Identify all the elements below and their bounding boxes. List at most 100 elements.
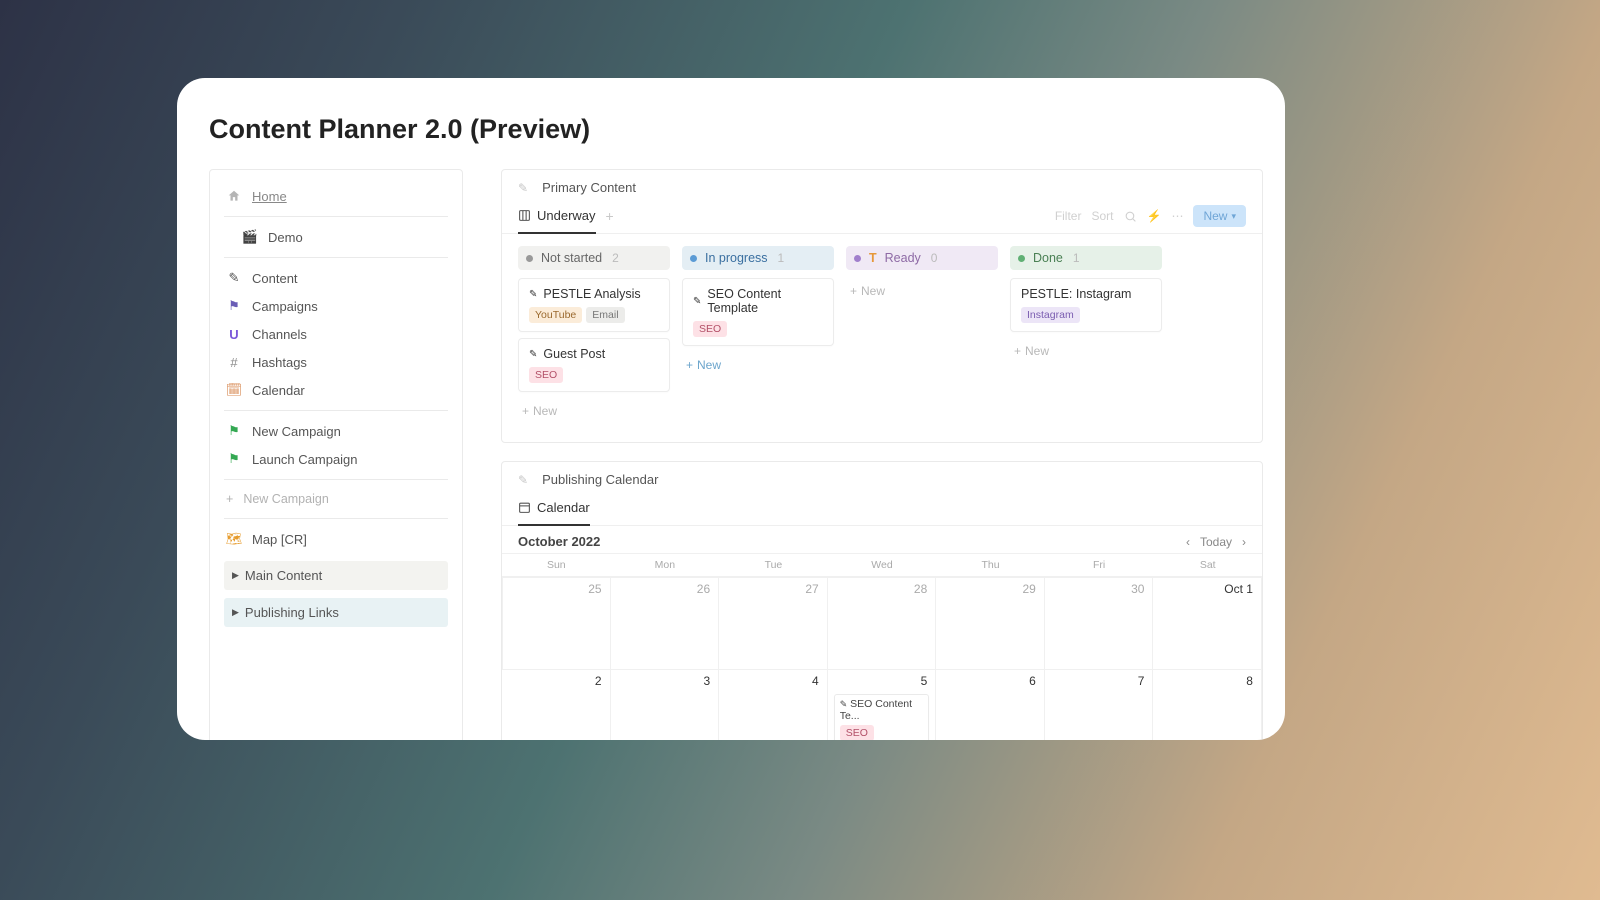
- triangle-icon: ▶: [232, 570, 239, 581]
- sidebar-calendar[interactable]: 🗓 Calendar: [224, 376, 448, 404]
- cal-cell[interactable]: 28: [828, 577, 937, 669]
- tag-email: Email: [586, 307, 624, 323]
- pencil-icon[interactable]: ✎: [518, 473, 528, 487]
- today-button[interactable]: Today: [1200, 535, 1232, 549]
- add-card-button[interactable]: +New: [1010, 338, 1162, 364]
- sidebar-add-campaign[interactable]: + New Campaign: [224, 486, 448, 512]
- cal-cell[interactable]: 3: [611, 669, 720, 740]
- sidebar-hashtags[interactable]: # Hashtags: [224, 348, 448, 376]
- card-pestle-instagram[interactable]: PESTLE: Instagram Instagram: [1010, 278, 1162, 332]
- main-content: ✎ Primary Content Underway + Filter Sort: [501, 169, 1263, 740]
- chevron-down-icon: ▾: [1231, 211, 1236, 222]
- column-label: In progress: [705, 251, 768, 265]
- add-card-label: New: [697, 358, 721, 372]
- day-wed: Wed: [828, 554, 937, 576]
- calendar-event[interactable]: ✎ SEO Content Te... SEO: [834, 694, 930, 740]
- app-window: Content Planner 2.0 (Preview) Home 🎬 Dem…: [177, 78, 1285, 740]
- cal-cell[interactable]: 30: [1045, 577, 1154, 669]
- flag-icon: ⚑: [226, 298, 242, 314]
- hash-icon: #: [226, 354, 242, 370]
- pencil-icon: ✎: [529, 289, 537, 300]
- cal-cell[interactable]: 5 ✎ SEO Content Te... SEO: [828, 669, 937, 740]
- prev-month-button[interactable]: ‹: [1186, 535, 1190, 549]
- sidebar-home-label: Home: [252, 189, 287, 204]
- column-count: 1: [778, 251, 785, 265]
- column-header[interactable]: Done 1: [1010, 246, 1162, 270]
- calendar-month: October 2022: [518, 534, 600, 549]
- pencil-icon[interactable]: ✎: [518, 181, 528, 195]
- search-icon[interactable]: [1124, 210, 1137, 223]
- tab-underway[interactable]: Underway: [518, 199, 596, 234]
- sidebar-channels-label: Channels: [252, 327, 307, 342]
- next-month-button[interactable]: ›: [1242, 535, 1246, 549]
- add-card-button[interactable]: +New: [518, 398, 670, 424]
- new-button[interactable]: New ▾: [1193, 205, 1246, 227]
- board-icon: [518, 209, 531, 222]
- t-icon: T: [869, 251, 877, 265]
- automations-icon[interactable]: ⚡: [1147, 209, 1162, 223]
- pencil-icon: ✎: [226, 270, 242, 286]
- channels-icon: U: [226, 326, 242, 342]
- cal-cell[interactable]: 29: [936, 577, 1045, 669]
- column-header[interactable]: In progress 1: [682, 246, 834, 270]
- sidebar-section-main-content[interactable]: ▶ Main Content: [224, 561, 448, 590]
- plus-icon: +: [226, 492, 233, 506]
- cal-cell[interactable]: 7: [1045, 669, 1154, 740]
- add-card-button[interactable]: + New: [682, 352, 834, 378]
- status-dot-icon: [526, 255, 533, 262]
- add-card-button[interactable]: +New: [846, 278, 998, 304]
- tag-seo: SEO: [693, 321, 727, 337]
- column-label: Not started: [541, 251, 602, 265]
- sidebar-add-campaign-label: New Campaign: [243, 492, 328, 506]
- sidebar-map-label: Map [CR]: [252, 532, 307, 547]
- sidebar-demo[interactable]: 🎬 Demo: [224, 223, 448, 251]
- tab-label: Calendar: [537, 500, 590, 515]
- status-dot-icon: [854, 255, 861, 262]
- sidebar: Home 🎬 Demo ✎ Content ⚑ Campaigns U Chan…: [209, 169, 463, 740]
- sidebar-launch-campaign[interactable]: ⚑ Launch Campaign: [224, 445, 448, 473]
- more-icon[interactable]: ⋯: [1171, 209, 1183, 223]
- cal-cell[interactable]: 27: [719, 577, 828, 669]
- tab-row: Underway + Filter Sort ⚡ ⋯ New ▾: [502, 199, 1262, 234]
- column-header[interactable]: T Ready 0: [846, 246, 998, 270]
- card-title-label: PESTLE: Instagram: [1021, 287, 1131, 301]
- filter-button[interactable]: Filter: [1055, 209, 1082, 223]
- tab-label: Underway: [537, 208, 596, 223]
- card-pestle-analysis[interactable]: ✎PESTLE Analysis YouTube Email: [518, 278, 670, 332]
- pencil-icon: ✎: [840, 699, 848, 709]
- card-seo-content-template[interactable]: ✎SEO Content Template SEO: [682, 278, 834, 346]
- cal-cell[interactable]: 25: [502, 577, 611, 669]
- tab-calendar[interactable]: Calendar: [518, 491, 590, 526]
- column-count: 2: [612, 251, 619, 265]
- cal-cell[interactable]: 6: [936, 669, 1045, 740]
- home-icon: [226, 188, 242, 204]
- cal-cell[interactable]: 4: [719, 669, 828, 740]
- cal-cell[interactable]: 8: [1153, 669, 1262, 740]
- sidebar-channels[interactable]: U Channels: [224, 320, 448, 348]
- card-title-label: Guest Post: [543, 347, 605, 361]
- card-guest-post[interactable]: ✎Guest Post SEO: [518, 338, 670, 392]
- pencil-icon: ✎: [529, 349, 537, 360]
- column-count: 0: [931, 251, 938, 265]
- sidebar-content[interactable]: ✎ Content: [224, 264, 448, 292]
- cal-cell[interactable]: Oct 1: [1153, 577, 1262, 669]
- add-view-button[interactable]: +: [606, 208, 614, 224]
- add-card-label: New: [1025, 344, 1049, 358]
- column-header[interactable]: Not started 2: [518, 246, 670, 270]
- panel-title: Primary Content: [542, 180, 636, 195]
- cal-cell[interactable]: 26: [611, 577, 720, 669]
- sidebar-map[interactable]: 🗺 Map [CR]: [224, 525, 448, 553]
- tag-seo: SEO: [840, 725, 874, 740]
- calendar-icon: 🗓: [226, 382, 242, 398]
- sidebar-home[interactable]: Home: [224, 182, 448, 210]
- sidebar-campaigns[interactable]: ⚑ Campaigns: [224, 292, 448, 320]
- sort-button[interactable]: Sort: [1091, 209, 1113, 223]
- column-label: Done: [1033, 251, 1063, 265]
- sidebar-new-campaign-label: New Campaign: [252, 424, 341, 439]
- cal-cell[interactable]: 2: [502, 669, 611, 740]
- panel-title: Publishing Calendar: [542, 472, 658, 487]
- plus-icon: +: [686, 358, 693, 372]
- sidebar-section-publishing-links[interactable]: ▶ Publishing Links: [224, 598, 448, 627]
- column-in-progress: In progress 1 ✎SEO Content Template SEO …: [682, 246, 834, 424]
- sidebar-new-campaign[interactable]: ⚑ New Campaign: [224, 417, 448, 445]
